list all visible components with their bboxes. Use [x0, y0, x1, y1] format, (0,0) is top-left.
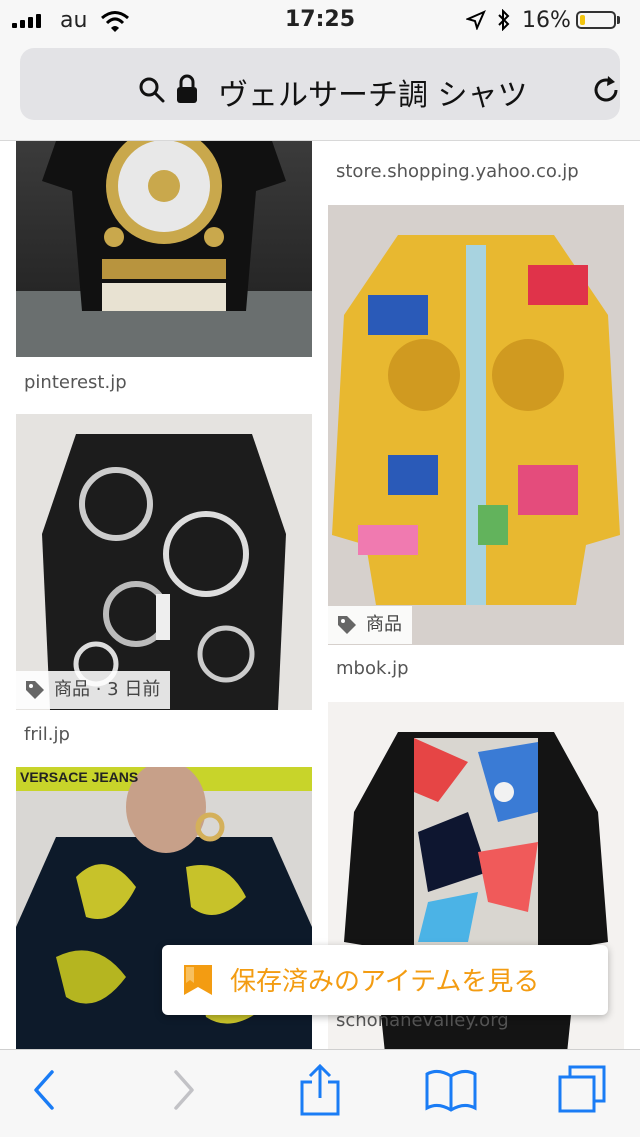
product-tag-label: 商品 · 3 日前 — [54, 679, 161, 700]
tag-icon — [26, 681, 44, 699]
saved-items-label: 保存済みのアイテムを見る — [230, 967, 540, 997]
tag-icon — [338, 616, 356, 634]
result-source[interactable]: mbok.jp — [336, 658, 409, 679]
result-image[interactable] — [328, 205, 624, 645]
battery-percent: 16% — [522, 8, 571, 33]
product-tag: 商品 — [328, 606, 412, 644]
result-source[interactable]: store.shopping.yahoo.co.jp — [336, 161, 579, 182]
result-image[interactable] — [16, 141, 312, 357]
brand-logo: VERSACE JEANS — [20, 769, 139, 785]
location-icon — [466, 10, 486, 30]
page-title[interactable]: ヴェルサーチ調 シャツ — [218, 70, 528, 114]
bookmark-icon — [184, 965, 212, 995]
battery-icon — [576, 11, 616, 29]
tabs-icon[interactable] — [556, 1064, 608, 1114]
product-tag-label: 商品 — [366, 614, 402, 635]
bookmarks-icon[interactable] — [424, 1068, 478, 1112]
result-image[interactable] — [16, 414, 312, 710]
shirt-image — [42, 434, 286, 710]
lock-icon — [177, 74, 197, 103]
product-tag: 商品 · 3 日前 — [16, 671, 171, 709]
reload-icon[interactable] — [590, 74, 622, 106]
address-bar-area: ヴェルサーチ調 シャツ — [0, 40, 640, 141]
back-icon[interactable] — [30, 1068, 58, 1112]
address-bar[interactable]: ヴェルサーチ調 シャツ — [20, 48, 620, 120]
search-icon — [139, 77, 165, 103]
bluetooth-icon — [498, 9, 510, 31]
battery-tip — [617, 16, 620, 24]
shirt-image — [16, 141, 312, 357]
forward-icon[interactable] — [170, 1068, 198, 1112]
browser-toolbar — [0, 1049, 640, 1137]
shirt-image — [332, 235, 620, 605]
result-source[interactable]: pinterest.jp — [24, 372, 127, 393]
image-results-grid: pinterest.jp 商品 · 3 日前 fril.jp VERSACE J… — [0, 141, 640, 1049]
saved-items-button[interactable]: 保存済みのアイテムを見る — [162, 945, 608, 1015]
result-source[interactable]: fril.jp — [24, 724, 70, 745]
status-bar: au 17:25 16% — [0, 0, 640, 40]
share-icon[interactable] — [298, 1062, 342, 1118]
battery-level — [580, 15, 585, 25]
